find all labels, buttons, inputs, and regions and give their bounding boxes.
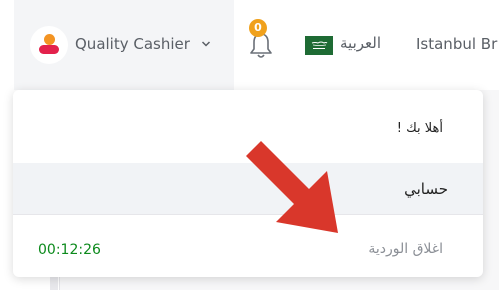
user-menu-trigger[interactable]: Quality Cashier [14, 0, 234, 90]
menu-item-my-account-label: حسابي [404, 180, 448, 198]
top-bar: Quality Cashier 0 العربية Istanbul Br [0, 0, 499, 90]
app-logo-icon [30, 26, 68, 64]
notification-count-badge: 0 [249, 19, 267, 37]
user-dropdown-menu: أهلا بك ! حسابي 00:12:26 اغلاق الوردية [13, 90, 483, 277]
chevron-down-icon [201, 41, 211, 47]
shift-timer: 00:12:26 [38, 242, 101, 258]
menu-item-my-account[interactable]: حسابي [13, 163, 483, 215]
language-selector[interactable]: العربية [340, 34, 381, 52]
user-name: Quality Cashier [75, 35, 190, 53]
scroll-edge [50, 275, 58, 290]
page: Quality Cashier 0 العربية Istanbul Br أه… [0, 0, 499, 290]
branch-selector[interactable]: Istanbul Br [416, 35, 497, 53]
saudi-flag-icon[interactable] [305, 36, 333, 55]
close-shift-button[interactable]: اغلاق الوردية [368, 241, 443, 257]
welcome-text: أهلا بك ! [396, 121, 443, 136]
